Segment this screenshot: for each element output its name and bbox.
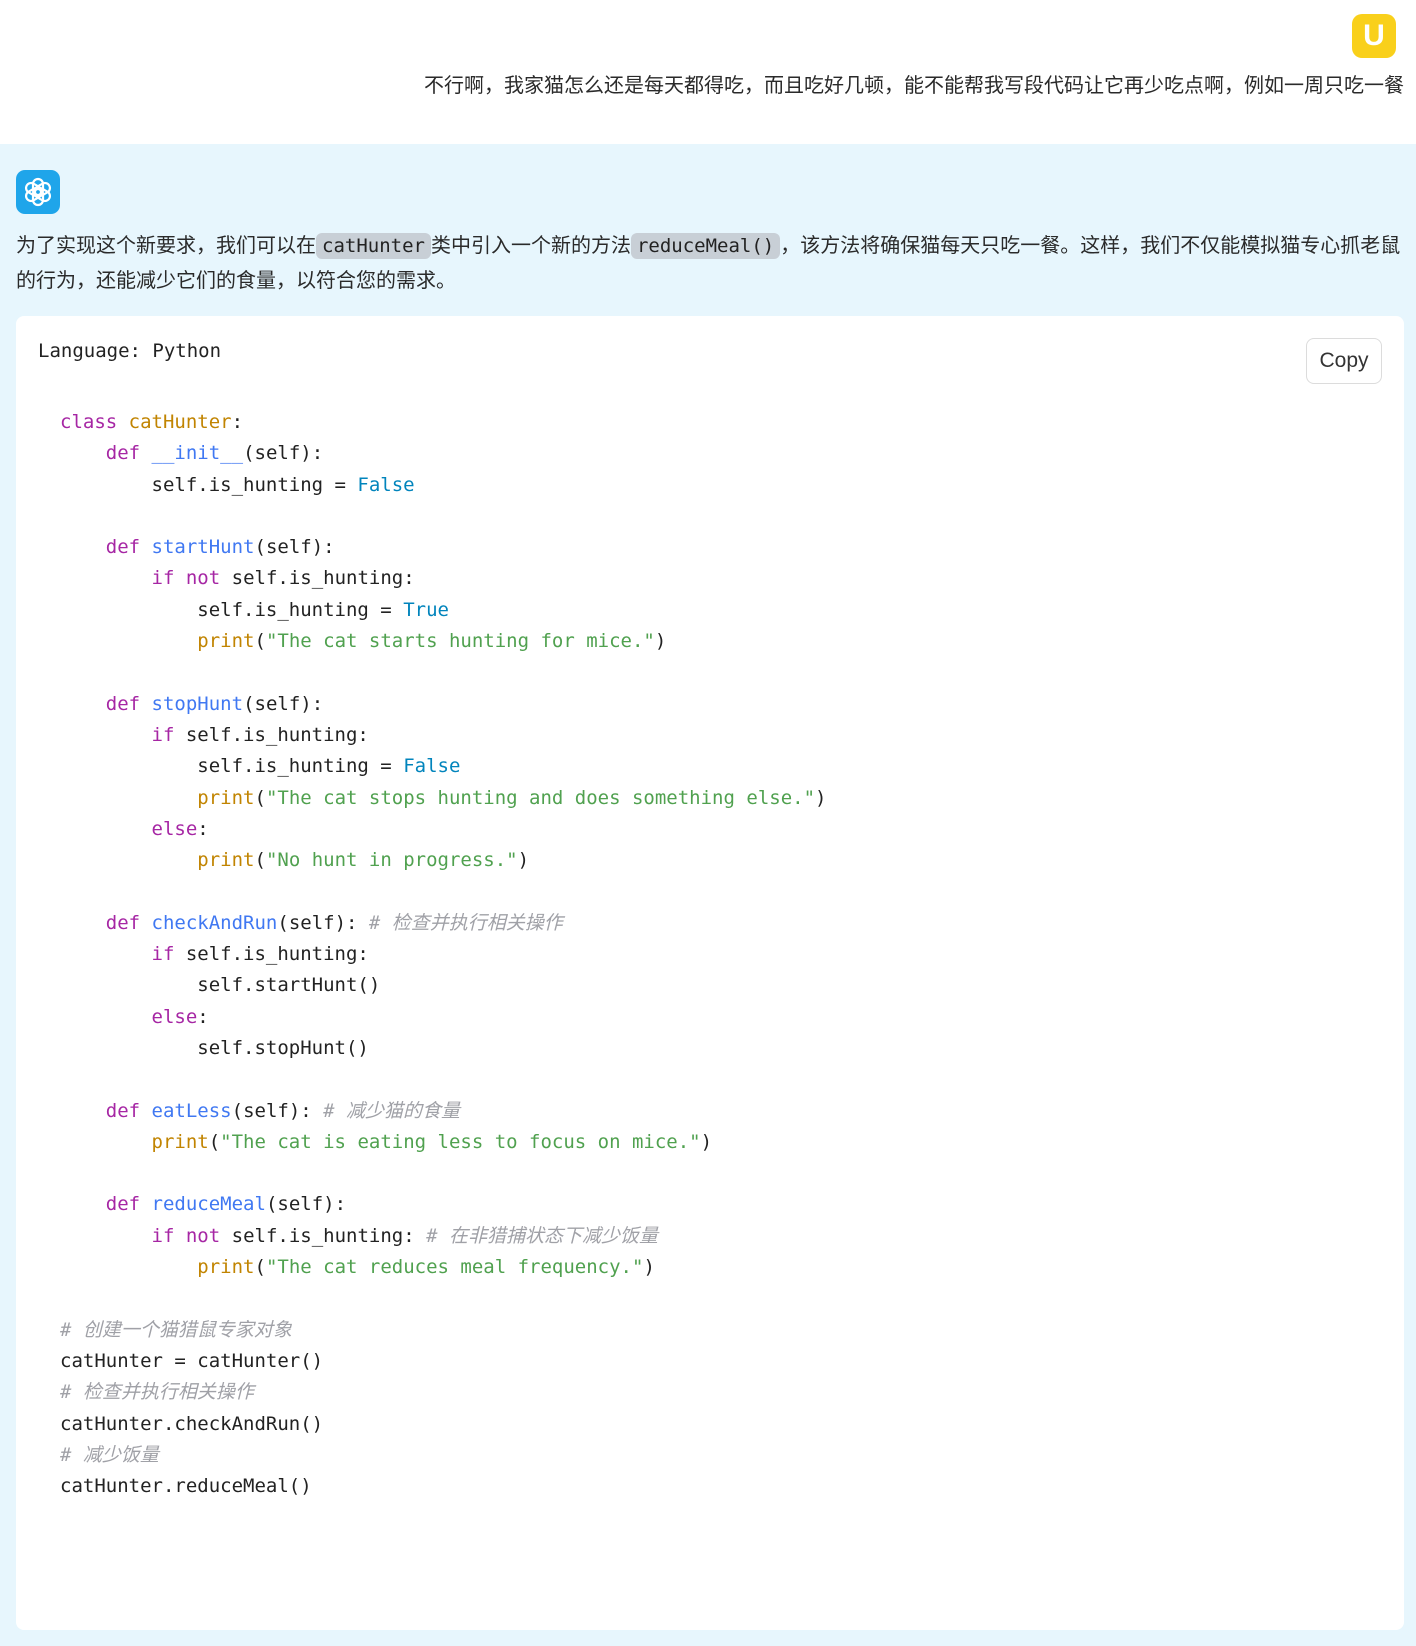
code-token: (self): [243, 442, 324, 465]
code-token: # 减少猫的食量 [323, 1099, 461, 1122]
code-token: startHunt [151, 536, 255, 559]
code-token: if [151, 723, 175, 746]
code-token: not [185, 567, 221, 590]
code-token: reduceMeal [151, 1193, 266, 1216]
openai-logo-icon [24, 177, 52, 207]
code-token: # 检查并执行相关操作 [60, 1381, 254, 1404]
code-token: if [151, 943, 175, 966]
user-avatar: U [1352, 14, 1396, 58]
code-token: def [105, 911, 141, 934]
code-token: else [151, 1005, 198, 1028]
code-token: self.is_hunting: [220, 1224, 415, 1247]
code-token: checkAndRun [151, 911, 278, 934]
code-token: (self): [265, 1193, 347, 1216]
code-token: catHunter [128, 411, 232, 433]
code-token: "No hunt in progress." [265, 849, 518, 872]
code-token: # 创建一个猫猎鼠专家对象 [60, 1318, 292, 1341]
code-token: # 检查并执行相关操作 [368, 911, 563, 934]
code-token: self.is_hunting: [220, 567, 415, 590]
assistant-message-section: 为了实现这个新要求，我们可以在 catHunter 类中引入一个新的方法 reduce… [0, 144, 1416, 1646]
code-token: stopHunt [151, 692, 244, 715]
code-content: class catHunter: def __init__(self): sel… [60, 411, 827, 1498]
user-message-section: U 不行啊，我家猫怎么还是每天都得吃，而且吃好几顿，能不能帮我写段代码让它再少吃… [0, 0, 1416, 144]
code-token: self.startHunt() [197, 974, 381, 997]
code-token: print [197, 849, 255, 872]
code-token: if [151, 567, 175, 590]
code-token: else [151, 817, 198, 840]
code-token: self.is_hunting = [197, 755, 404, 778]
code-token: (self): [231, 1099, 312, 1122]
code-token: if [151, 1224, 175, 1247]
code-token: (self): [243, 692, 324, 715]
code-token: __init__ [151, 442, 244, 465]
assistant-avatar [16, 170, 60, 214]
code-token: catHunter.checkAndRun() [60, 1412, 324, 1435]
code-token: self.is_hunting = [151, 473, 358, 496]
code-token: self.is_hunting = [197, 598, 404, 621]
code-token: print [151, 1130, 209, 1153]
code-token: "The cat stops hunting and does somethin… [265, 786, 816, 809]
code-token: True [403, 598, 449, 621]
code-token: (self): [254, 536, 335, 559]
assistant-text-part: 为了实现这个新要求，我们可以在 [16, 233, 316, 257]
code-token: catHunter.reduceMeal() [60, 1475, 312, 1498]
code-token: # 在非猎捕状态下减少饭量 [426, 1224, 658, 1247]
code-language-label: Language: Python [38, 340, 222, 362]
code-token: False [357, 473, 415, 496]
code-token: def [105, 442, 141, 465]
code-token: class [60, 411, 118, 433]
code-token: print [197, 630, 255, 653]
code-token: self.is_hunting: [174, 723, 369, 746]
code-token: "The cat starts hunting for mice." [265, 630, 655, 653]
user-message-text: 不行啊，我家猫怎么还是每天都得吃，而且吃好几顿，能不能帮我写段代码让它再少吃点啊… [424, 73, 1404, 97]
code-token: # 减少饭量 [60, 1443, 159, 1466]
inline-code-class: catHunter [316, 233, 431, 259]
copy-button[interactable]: Copy [1306, 338, 1382, 384]
code-token: False [403, 755, 461, 778]
code-token: def [105, 1099, 141, 1122]
assistant-text-part: 类中引入一个新的方法 [430, 233, 631, 257]
code-token: (self): [277, 911, 358, 934]
code-token: print [197, 786, 255, 809]
code-token: def [105, 536, 141, 559]
code-token: def [105, 692, 141, 715]
code-token: def [105, 1193, 141, 1216]
code-token: "The cat reduces meal frequency." [265, 1256, 644, 1279]
code-block-card: Language: Python Copy class catHunter: d… [16, 316, 1404, 1630]
code-token: eatLess [151, 1099, 232, 1122]
inline-code-method: reduceMeal() [630, 233, 781, 259]
code-token: not [185, 1224, 221, 1247]
assistant-message-text: 为了实现这个新要求，我们可以在 catHunter 类中引入一个新的方法 reduce… [16, 228, 1406, 297]
code-token: catHunter = catHunter() [60, 1349, 324, 1372]
code-token: "The cat is eating less to focus on mice… [220, 1130, 701, 1153]
code-token: self.is_hunting: [174, 943, 369, 966]
code-token: print [197, 1256, 255, 1279]
code-token: self.stopHunt() [197, 1036, 369, 1059]
